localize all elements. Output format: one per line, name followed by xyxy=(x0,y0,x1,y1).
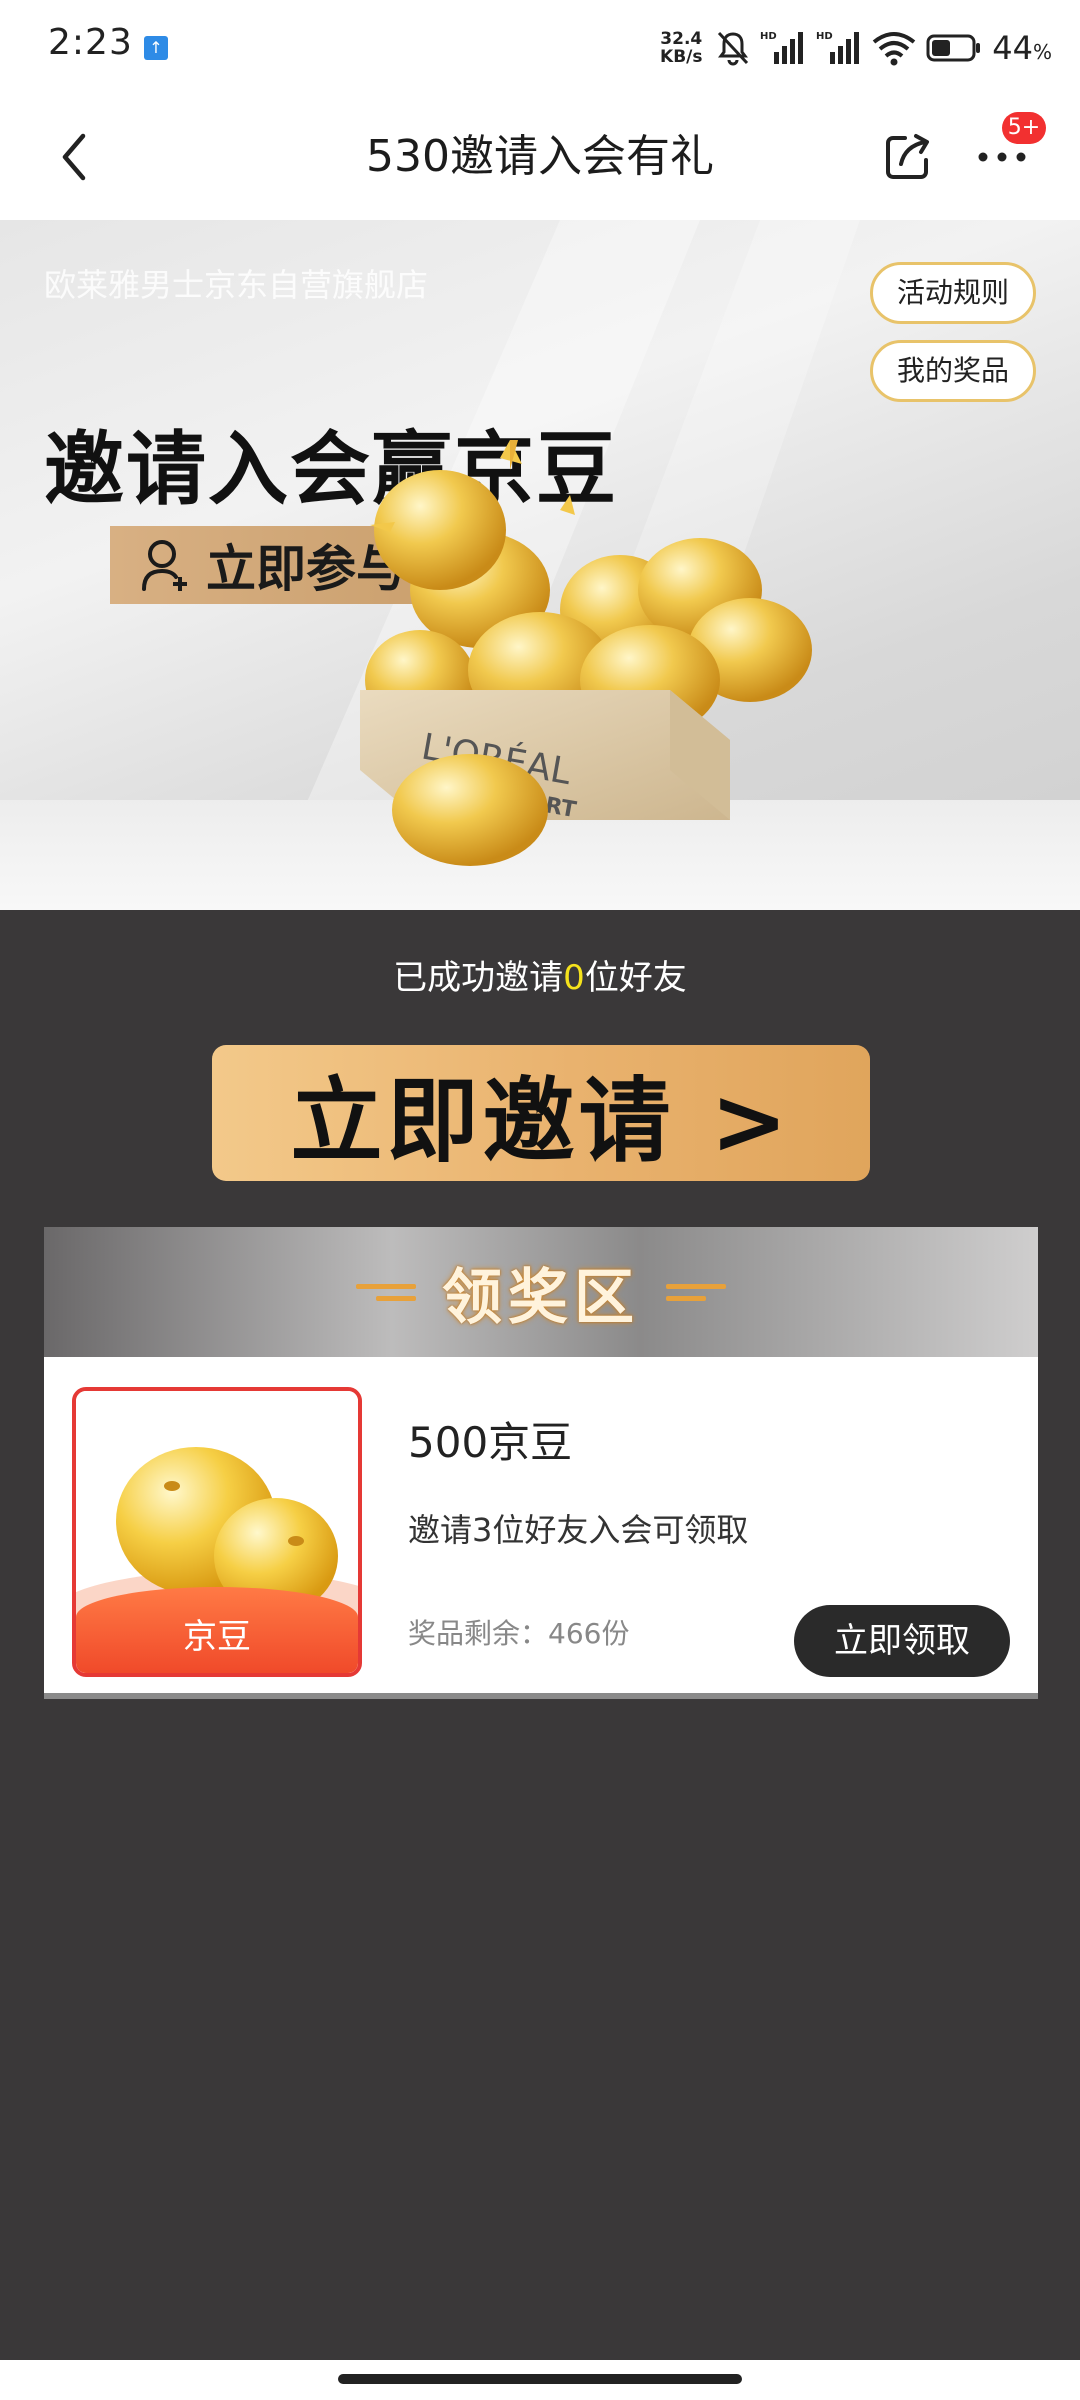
share-icon xyxy=(886,134,929,179)
prize-image-label: 京豆 xyxy=(76,1587,358,1673)
notification-badge: 5+ xyxy=(1002,112,1046,144)
nav-bar: 530邀请入会有礼 xyxy=(0,95,1080,220)
right-decoration xyxy=(666,1283,726,1301)
shop-name: 欧莱雅男士京东自营旗舰店 xyxy=(44,266,429,304)
svg-text:HD: HD xyxy=(760,31,777,42)
signal-icon-sim2: HD xyxy=(816,28,862,68)
prize-section-title: 领奖区 xyxy=(442,1262,640,1333)
mute-bell-icon xyxy=(716,28,750,68)
prize-name: 500京豆 xyxy=(408,1418,573,1467)
add-user-icon xyxy=(142,540,187,591)
invite-now-label: 立即邀请 > xyxy=(290,1067,792,1175)
svg-text:HD: HD xyxy=(816,31,833,42)
invite-now-button[interactable]: 立即邀请 > xyxy=(212,1045,870,1181)
promo-banner: 欧莱雅男士京东自营旗舰店 邀请入会赢京豆 立即参与 > 活动规则 我的奖品 xyxy=(0,220,1080,910)
status-bar: 2:23 ↑ 32.4 KB/s HD HD 44% xyxy=(0,0,1080,95)
gesture-bar xyxy=(0,2360,1080,2400)
share-button[interactable] xyxy=(876,125,940,189)
claim-prize-button[interactable]: 立即领取 xyxy=(794,1605,1010,1677)
prize-remaining: 奖品剩余：466份 xyxy=(408,1617,630,1650)
invited-count: 0 xyxy=(563,958,585,998)
more-dots-icon xyxy=(978,152,1026,162)
my-prizes-button[interactable]: 我的奖品 xyxy=(870,340,1036,402)
battery-percent: 44% xyxy=(992,29,1052,67)
network-speed: 32.4 KB/s xyxy=(660,29,703,67)
prize-image: 京豆 xyxy=(72,1387,362,1677)
wifi-icon xyxy=(872,28,916,68)
prize-section-header: 领奖区 xyxy=(44,1227,1038,1357)
prize-card: 京豆 500京豆 邀请3位好友入会可领取 奖品剩余：466份 立即领取 xyxy=(44,1357,1038,1699)
invited-count-text: 已成功邀请0位好友 xyxy=(393,958,687,998)
loose-bean-illustration xyxy=(392,754,548,866)
status-icons: 32.4 KB/s HD HD 44% xyxy=(656,24,1052,72)
left-decoration xyxy=(356,1283,416,1301)
status-time: 2:23 xyxy=(48,22,133,63)
signal-icon-sim1: HD xyxy=(760,28,806,68)
upload-notification-icon: ↑ xyxy=(144,36,168,60)
battery-icon xyxy=(926,28,982,68)
activity-rules-button[interactable]: 活动规则 xyxy=(870,262,1036,324)
prize-condition: 邀请3位好友入会可领取 xyxy=(408,1511,749,1549)
home-indicator-handle[interactable] xyxy=(338,2374,742,2384)
